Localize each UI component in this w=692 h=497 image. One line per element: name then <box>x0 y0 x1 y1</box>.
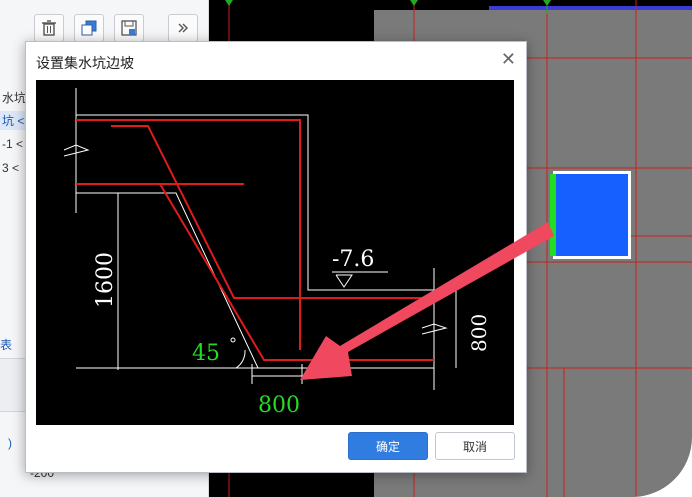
dialog-title: 设置集水坑边坡 <box>36 55 134 71</box>
copy-button[interactable] <box>74 14 104 42</box>
tree-item-selected[interactable]: 坑 < <box>0 111 27 130</box>
close-button[interactable]: ✕ <box>501 50 516 68</box>
water-pit <box>556 174 628 256</box>
copy-icon <box>81 20 97 36</box>
angle-label: 45 <box>192 341 220 366</box>
blue-edge <box>489 6 692 10</box>
trash-icon <box>42 20 56 36</box>
close-icon: ✕ <box>500 49 516 69</box>
delete-button[interactable] <box>34 14 64 42</box>
ok-button[interactable]: 确定 <box>348 432 428 460</box>
save-button[interactable] <box>114 14 144 42</box>
rebar-lines <box>76 119 434 361</box>
selected-edge <box>550 174 556 256</box>
property-fragment: ) <box>8 436 12 450</box>
tree-item[interactable]: -1 < <box>2 137 23 151</box>
slope-dialog: 设置集水坑边坡 ✕ -7.6 1600 800 45 800 确定 取消 <box>25 41 527 473</box>
tree-item[interactable]: 3 < <box>2 161 19 175</box>
level-label: -7.6 <box>332 247 374 272</box>
more-button[interactable] <box>168 14 198 42</box>
slope-diagram: -7.6 1600 800 45 800 <box>36 80 514 425</box>
double-chevron-right-icon <box>178 23 188 33</box>
right-depth-label: 800 <box>467 314 491 352</box>
save-icon <box>121 20 137 36</box>
width-label: 800 <box>258 393 300 418</box>
slope-diagram-svg: -7.6 1600 800 45 800 <box>63 88 491 418</box>
tab-table[interactable]: 表 <box>0 336 12 353</box>
screenshot-corner <box>632 437 692 497</box>
section-outline <box>63 88 457 390</box>
depth-label: 1600 <box>93 252 118 308</box>
tree-item[interactable]: 水坑 <box>2 89 26 106</box>
cancel-button[interactable]: 取消 <box>435 432 515 460</box>
